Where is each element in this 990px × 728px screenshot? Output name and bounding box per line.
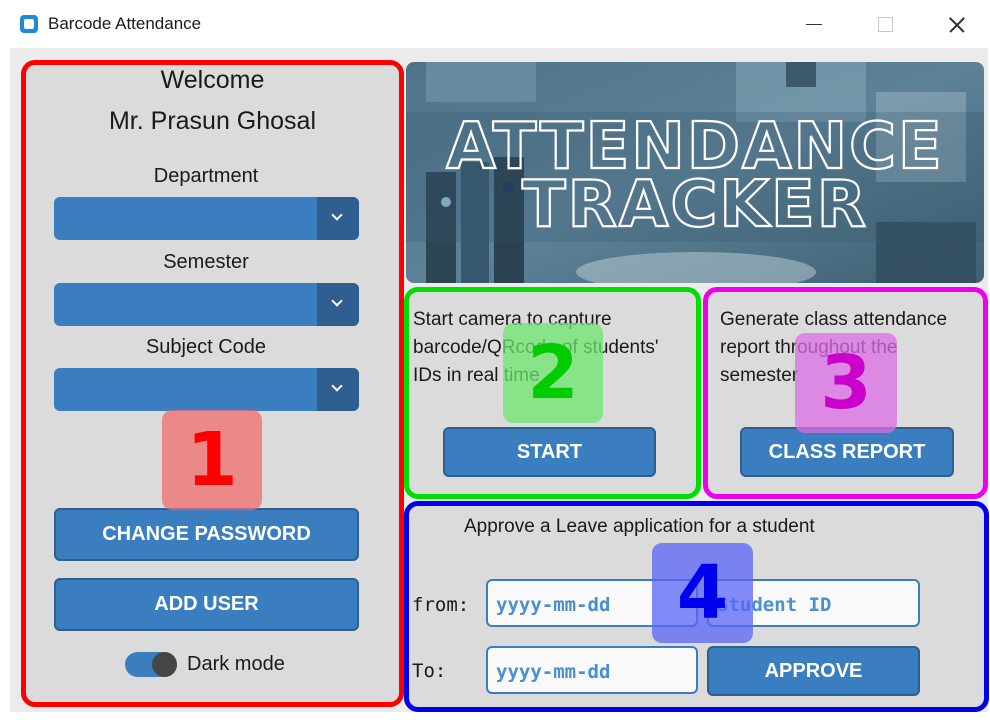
app-icon [20, 15, 38, 33]
toggle-knob[interactable] [152, 652, 177, 677]
class-report-button[interactable]: CLASS REPORT [740, 427, 954, 477]
window-title: Barcode Attendance [48, 14, 202, 33]
attendance-tracker-banner: ATTENDANCE TRACKER [406, 62, 984, 283]
minimize-button[interactable] [794, 8, 834, 40]
report-description-line3: semester [720, 365, 799, 386]
report-description-line1: Generate class attendance [720, 309, 948, 330]
banner-image: ATTENDANCE TRACKER [406, 62, 984, 283]
annotation-badge-3: 3 [795, 333, 897, 433]
user-name: Mr. Prasun Ghosal [108, 107, 317, 135]
annotation-badge-4: 4 [652, 543, 753, 643]
dark-mode-toggle[interactable] [125, 652, 177, 677]
start-button[interactable]: START [443, 427, 656, 477]
chevron-down-icon[interactable] [317, 283, 359, 326]
to-label: To: [412, 660, 447, 682]
department-label: Department [153, 165, 259, 187]
department-select[interactable] [54, 197, 359, 240]
semester-label: Semester [163, 251, 249, 273]
approve-button[interactable]: APPROVE [707, 646, 920, 696]
change-password-button[interactable]: CHANGE PASSWORD [54, 508, 359, 561]
welcome-heading: Welcome [160, 66, 265, 94]
subject-code-label: Subject Code [145, 336, 267, 358]
annotation-badge-2: 2 [503, 323, 603, 423]
from-label: from: [412, 594, 470, 616]
add-user-button[interactable]: ADD USER [54, 578, 359, 631]
chevron-down-icon[interactable] [317, 368, 359, 411]
leave-approval-title: Approve a Leave application for a studen… [464, 516, 815, 537]
banner-title-line2: TRACKER [522, 168, 868, 242]
title-bar: Barcode Attendance [0, 0, 990, 48]
annotation-badge-1: 1 [162, 410, 262, 510]
chevron-down-icon[interactable] [317, 197, 359, 240]
semester-select[interactable] [54, 283, 359, 326]
to-date-field[interactable]: yyyy-mm-dd [486, 646, 698, 694]
subject-code-select[interactable] [54, 368, 359, 411]
close-button[interactable] [937, 8, 977, 40]
maximize-button[interactable] [864, 8, 904, 40]
dark-mode-label: Dark mode [187, 653, 285, 675]
